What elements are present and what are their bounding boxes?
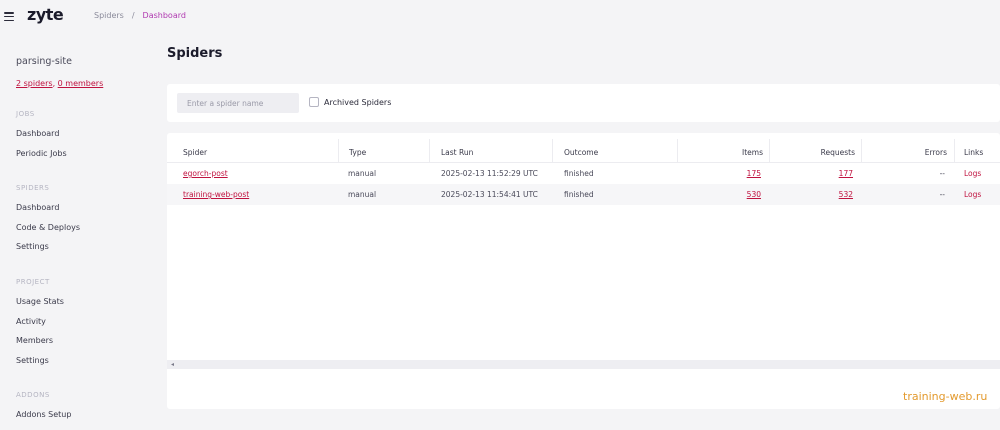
sidebar-item-code-deploys[interactable]: Code & Deploys — [16, 223, 80, 232]
outcome: finished — [564, 169, 594, 178]
last-run-time: 2025-02-13 11:52:29 UTC — [441, 169, 538, 178]
section-jobs: JOBS — [16, 110, 35, 118]
column-divider — [552, 139, 553, 162]
items-count-link[interactable]: 530 — [677, 190, 761, 199]
logs-link[interactable]: Logs — [964, 169, 981, 178]
project-meta: 2 spiders, 0 members — [16, 79, 104, 88]
breadcrumb-separator: / — [131, 11, 135, 20]
page-title: Spiders — [167, 46, 223, 61]
zyte-logo[interactable]: zyte — [27, 5, 64, 24]
spider-type: manual — [348, 169, 377, 178]
column-header-requests[interactable]: Requests — [769, 148, 855, 157]
errors-count: -- — [939, 169, 945, 178]
horizontal-scrollbar[interactable]: ◂ — [167, 360, 1000, 369]
sidebar: parsing-site 2 spiders, 0 members JOBS D… — [0, 34, 150, 430]
column-divider — [429, 139, 430, 162]
sidebar-item-usage-stats[interactable]: Usage Stats — [16, 297, 64, 306]
last-run-time: 2025-02-13 11:54:41 UTC — [441, 190, 538, 199]
filter-bar: Archived Spiders — [167, 84, 1000, 122]
table-row: training-web-post manual 2025-02-13 11:5… — [167, 184, 1000, 205]
breadcrumb-spiders[interactable]: Spiders — [94, 11, 124, 20]
section-addons: ADDONS — [16, 391, 50, 399]
top-bar: zyte Spiders / Dashboard — [0, 0, 1000, 34]
column-header-outcome[interactable]: Outcome — [564, 148, 598, 157]
sidebar-item-periodic-jobs[interactable]: Periodic Jobs — [16, 149, 67, 158]
project-name: parsing-site — [16, 56, 72, 67]
outcome: finished — [564, 190, 594, 199]
spiders-table: Spider Type Last Run Outcome Items Reque… — [167, 133, 1000, 409]
logs-link[interactable]: Logs — [964, 190, 981, 199]
column-divider — [954, 139, 955, 162]
column-divider — [338, 139, 339, 162]
sidebar-item-spiders-dashboard[interactable]: Dashboard — [16, 203, 59, 212]
breadcrumb: Spiders / Dashboard — [94, 11, 186, 20]
section-spiders: SPIDERS — [16, 184, 50, 192]
table-row: egorch-post manual 2025-02-13 11:52:29 U… — [167, 163, 1000, 184]
spider-search-input[interactable] — [177, 93, 299, 113]
requests-count-link[interactable]: 177 — [769, 169, 853, 178]
items-count-link[interactable]: 175 — [677, 169, 761, 178]
scroll-left-arrow-icon[interactable]: ◂ — [171, 360, 174, 369]
column-header-errors[interactable]: Errors — [861, 148, 947, 157]
archived-spiders-checkbox[interactable] — [309, 97, 319, 107]
spiders-count-link[interactable]: 2 spiders — [16, 79, 53, 88]
spider-name-link[interactable]: egorch-post — [183, 169, 228, 178]
column-header-type[interactable]: Type — [349, 148, 366, 157]
column-header-items[interactable]: Items — [677, 148, 763, 157]
sidebar-item-members[interactable]: Members — [16, 336, 53, 345]
requests-count-link[interactable]: 532 — [769, 190, 853, 199]
sidebar-item-jobs-dashboard[interactable]: Dashboard — [16, 129, 59, 138]
sidebar-item-addons-setup[interactable]: Addons Setup — [16, 410, 71, 419]
sidebar-item-spiders-settings[interactable]: Settings — [16, 242, 49, 251]
spider-type: manual — [348, 190, 377, 199]
breadcrumb-dashboard: Dashboard — [142, 11, 186, 20]
section-project: PROJECT — [16, 278, 50, 286]
errors-count: -- — [939, 190, 945, 199]
spider-name-link[interactable]: training-web-post — [183, 190, 249, 199]
members-count-link[interactable]: 0 members — [58, 79, 104, 88]
column-header-last-run[interactable]: Last Run — [441, 148, 473, 157]
sidebar-item-activity[interactable]: Activity — [16, 317, 46, 326]
archived-spiders-label: Archived Spiders — [324, 97, 392, 107]
column-header-spider[interactable]: Spider — [183, 148, 207, 157]
sidebar-item-project-settings[interactable]: Settings — [16, 356, 49, 365]
column-header-links: Links — [964, 148, 984, 157]
hamburger-menu-icon[interactable] — [4, 12, 14, 21]
watermark-text: training-web.ru — [903, 390, 988, 403]
archived-spiders-toggle[interactable]: Archived Spiders — [309, 97, 391, 107]
main-content: Spiders Archived Spiders Spider Type Las… — [150, 34, 1000, 430]
